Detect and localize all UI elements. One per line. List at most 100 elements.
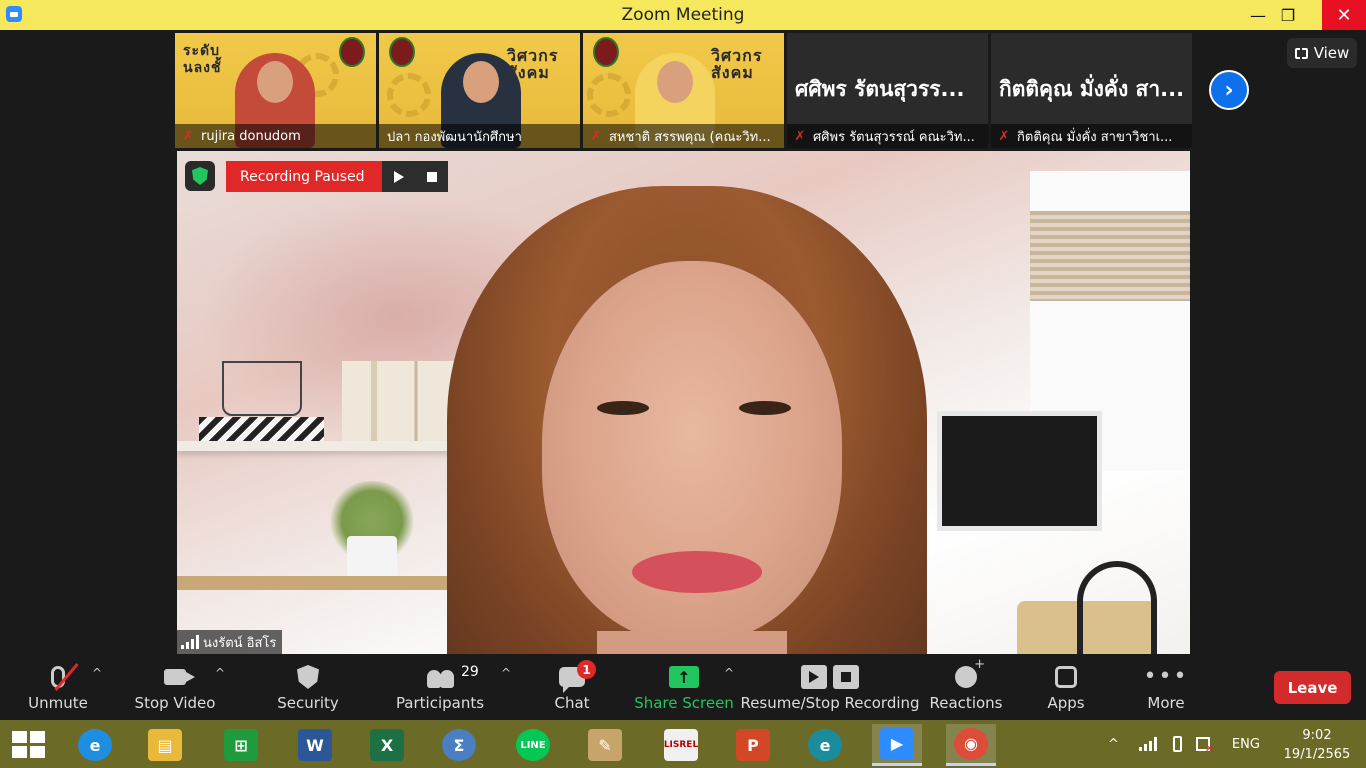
taskbar-app-chrome[interactable]: ◉ [946,724,996,766]
participant-tile[interactable]: ระดับ นลงชั้ ✗ rujira donudom [175,33,376,148]
participant-name: ปลา กองพัฒนานักศึกษา [387,129,522,145]
university-seal-icon [593,37,619,67]
reactions-button[interactable]: Reactions [929,657,1003,718]
participant-name: กิตติคุณ มั่งคั่ง สาขาวิชาเ... [1017,129,1173,145]
background-lamp [1077,561,1157,654]
chat-label: Chat [554,694,590,712]
share-screen-icon: ↑ [669,666,699,688]
signal-strength-icon [181,635,199,649]
background-basket [222,361,302,416]
speaker-lips [632,551,762,593]
mic-muted-icon: ✗ [794,128,806,144]
tray-overflow-caret-icon[interactable]: ^ [1108,737,1119,752]
view-button[interactable]: View [1287,38,1357,68]
security-button[interactable]: Security [277,660,339,718]
clock[interactable]: 9:02 19/1/2565 [1278,726,1356,764]
speaker-eye [597,401,649,415]
window-title: Zoom Meeting [621,5,745,25]
grid-view-icon [1294,47,1308,59]
participants-button[interactable]: 29 Participants [396,660,484,718]
leave-button[interactable]: Leave [1274,671,1351,704]
unmute-button[interactable]: Unmute [28,660,88,718]
participant-tile[interactable]: วิศวกร สังคม ปลา กองพัฒนานักศึกษา [379,33,580,148]
stop-video-button[interactable]: Stop Video [135,660,215,718]
more-button[interactable]: ••• More [1144,660,1188,718]
share-screen-button[interactable]: ↑ Share Screen [634,660,734,718]
network-signal-icon[interactable] [1138,737,1157,751]
background-desk [177,576,477,590]
resume-recording-button[interactable] [382,161,415,192]
taskbar-app-edge[interactable]: e [800,724,850,766]
explorer-icon: ▤ [148,729,182,761]
speaker-eye [739,401,791,415]
apps-button[interactable]: Apps [1046,660,1086,718]
gear-decoration-icon [587,73,631,117]
taskbar-app-explorer[interactable]: ▤ [140,724,190,766]
taskbar-app-ie[interactable]: e [70,724,120,766]
battery-icon[interactable] [1172,736,1182,752]
chat-unread-badge: 1 [577,660,596,679]
resume-icon [801,665,827,689]
meeting-area: ระดับ นลงชั้ ✗ rujira donudom วิศวกร สัง… [0,30,1366,656]
taskbar-app-lisrel[interactable]: LISREL [656,724,706,766]
shield-icon [297,665,319,689]
university-seal-icon [339,37,365,67]
participant-display-name: ศศิพร รัตนสุวรร... [795,77,965,101]
chat-button[interactable]: 1 Chat [552,660,596,718]
participant-tile[interactable]: กิตติคุณ มั่งคั่ง สา... ✗ กิตติคุณ มั่งค… [991,33,1192,148]
clock-date: 19/1/2565 [1283,747,1351,762]
taskbar-app-powerpoint[interactable]: P [728,724,778,766]
participant-tile[interactable]: วิศวกร สังคม ✗ สหชาติ สรรพคุณ (คณะวิท... [583,33,784,148]
participants-options-caret-icon[interactable]: ^ [501,666,511,680]
participant-strip: ระดับ นลงชั้ ✗ rujira donudom วิศวกร สัง… [175,33,1192,148]
taskbar-app-zoom[interactable]: ▶ [872,724,922,766]
stop-video-label: Stop Video [134,694,216,712]
audio-options-caret-icon[interactable]: ^ [92,666,102,680]
poster-text: ระดับ นลงชั้ [183,43,222,76]
speaker-name-bar: นงรัตน์ อิสโร [177,630,283,654]
play-icon [393,170,404,183]
stop-icon [426,171,437,182]
share-options-caret-icon[interactable]: ^ [724,666,734,680]
encryption-shield-icon[interactable] [185,161,215,191]
edge-icon: e [808,729,842,761]
apps-label: Apps [1047,694,1085,712]
more-dots-icon: ••• [1143,664,1189,689]
university-seal-icon [389,37,415,67]
windows-start-icon[interactable] [12,731,46,759]
participant-name-bar: ✗ กิตติคุณ มั่งคั่ง สาขาวิชาเ... [991,124,1192,148]
record-label: Resume/Stop Recording [740,694,920,712]
video-options-caret-icon[interactable]: ^ [215,666,225,680]
next-page-arrow-icon[interactable]: › [1209,70,1249,110]
more-label: More [1147,694,1185,712]
reactions-label: Reactions [929,694,1003,712]
close-button[interactable]: ✕ [1322,0,1366,30]
participant-name: ศศิพร รัตนสุวรรณ์ คณะวิท... [813,129,975,145]
input-language[interactable]: ENG [1232,737,1260,752]
stop-recording-button[interactable] [415,161,448,192]
participant-name: rujira donudom [201,128,301,144]
word-icon: W [298,729,332,761]
participant-name: สหชาติ สรรพคุณ (คณะวิท... [609,129,771,145]
active-speaker-video: Recording Paused นงรัตน์ อิสโร [177,151,1190,654]
store-icon: ⊞ [224,729,258,761]
participant-name-bar: ✗ สหชาติ สรรพคุณ (คณะวิท... [583,124,784,148]
paint-icon: ✎ [588,729,622,761]
background-monitor [937,411,1102,531]
taskbar-app-excel[interactable]: X [362,724,412,766]
title-bar: Zoom Meeting — ❐ ✕ [0,0,1366,30]
resume-stop-recording-button[interactable]: Resume/Stop Recording [740,660,920,718]
maximize-button[interactable]: ❐ [1266,0,1310,30]
taskbar-app-word[interactable]: W [290,724,340,766]
volume-muted-icon[interactable]: ✕ [1195,737,1214,755]
taskbar-app-line[interactable]: LINE [508,724,558,766]
taskbar-app-paint[interactable]: ✎ [580,724,630,766]
participant-tile[interactable]: ศศิพร รัตนสุวรร... ✗ ศศิพร รัตนสุวรรณ์ ค… [787,33,988,148]
taskbar-app-math[interactable]: Σ [434,724,484,766]
unmute-label: Unmute [28,694,88,712]
excel-icon: X [370,729,404,761]
speaker-name: นงรัตน์ อิสโร [203,635,277,651]
meeting-toolbar: Unmute ^ Stop Video ^ Security 29 Partic… [0,656,1366,720]
view-label: View [1313,44,1350,62]
taskbar-app-store[interactable]: ⊞ [216,724,266,766]
